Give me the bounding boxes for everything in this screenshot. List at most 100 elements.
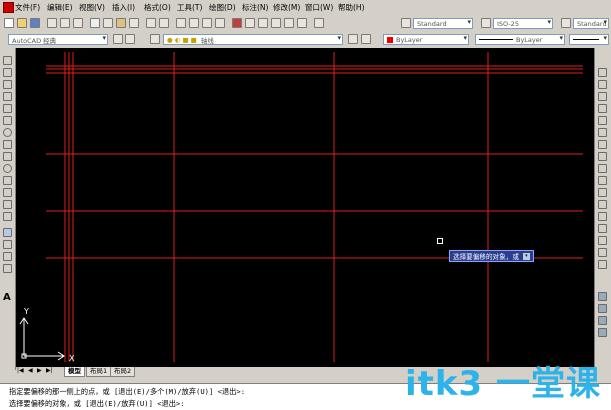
copy-icon[interactable]: [103, 18, 113, 28]
linetype-select[interactable]: ByLayer: [475, 34, 565, 45]
draworder-icon[interactable]: [598, 292, 607, 301]
hatch-icon[interactable]: [3, 228, 12, 237]
send-back-icon[interactable]: [598, 316, 607, 325]
new-icon[interactable]: [4, 18, 14, 28]
tab-nav-first-icon[interactable]: |◀: [17, 367, 24, 374]
undo-icon[interactable]: [146, 18, 156, 28]
revision-cloud-icon[interactable]: [3, 140, 12, 149]
layer-previous-icon[interactable]: [361, 34, 371, 44]
erase-icon[interactable]: [598, 68, 607, 77]
explode-icon[interactable]: [598, 260, 607, 269]
tab-nav-last-icon[interactable]: ▶|: [46, 367, 53, 374]
menu-format[interactable]: 格式(O): [144, 0, 171, 15]
polygon-icon[interactable]: [3, 92, 12, 101]
point-icon[interactable]: [3, 212, 12, 221]
break-at-point-icon[interactable]: [598, 200, 607, 209]
workspace-settings-icon[interactable]: [113, 34, 123, 44]
region-icon[interactable]: [3, 252, 12, 261]
ellipse-arc-icon[interactable]: [3, 176, 12, 185]
menu-tools[interactable]: 工具(T): [177, 0, 202, 15]
join-icon[interactable]: [598, 224, 607, 233]
multiline-text-icon[interactable]: A: [3, 292, 11, 303]
array-icon[interactable]: [598, 116, 607, 125]
menu-insert[interactable]: 插入(I): [112, 0, 135, 15]
make-current-layer-icon[interactable]: [348, 34, 358, 44]
table-icon[interactable]: [3, 264, 12, 273]
tab-layout1[interactable]: 布局1: [86, 367, 112, 377]
table-style-icon[interactable]: [561, 18, 571, 28]
extend-icon[interactable]: [598, 188, 607, 197]
trim-icon[interactable]: [598, 176, 607, 185]
paste-icon[interactable]: [116, 18, 126, 28]
mirror-icon[interactable]: [598, 92, 607, 101]
design-center-icon[interactable]: [245, 18, 255, 28]
quickcalc-icon[interactable]: [297, 18, 307, 28]
bring-front-icon[interactable]: [598, 304, 607, 313]
bring-above-icon[interactable]: [598, 328, 607, 337]
rotate-icon[interactable]: [598, 140, 607, 149]
copy-object-icon[interactable]: [598, 80, 607, 89]
offset-icon[interactable]: [598, 104, 607, 113]
text-style-icon[interactable]: [401, 18, 411, 28]
app-icon[interactable]: [3, 2, 14, 13]
publish-icon[interactable]: [73, 18, 83, 28]
print-icon[interactable]: [47, 18, 57, 28]
scale-icon[interactable]: [598, 152, 607, 161]
lineweight-select[interactable]: [569, 34, 609, 45]
move-icon[interactable]: [598, 128, 607, 137]
menu-view[interactable]: 视图(V): [79, 0, 105, 15]
layer-manager-icon[interactable]: [150, 34, 160, 44]
dim-style-icon[interactable]: [481, 18, 491, 28]
ellipse-icon[interactable]: [3, 164, 12, 173]
tab-model[interactable]: 模型: [64, 367, 85, 377]
menu-help[interactable]: 帮助(H): [338, 0, 365, 15]
tooltip-options-icon[interactable]: ▾: [522, 252, 530, 260]
drawing-canvas[interactable]: Y X: [16, 48, 595, 367]
open-icon[interactable]: [17, 18, 27, 28]
dim-style-select[interactable]: ISO-25: [493, 18, 553, 29]
stretch-icon[interactable]: [598, 164, 607, 173]
zoom-realtime-icon[interactable]: [189, 18, 199, 28]
tool-palettes-icon[interactable]: [258, 18, 268, 28]
workspace-save-icon[interactable]: [125, 34, 135, 44]
construction-line-icon[interactable]: [3, 68, 12, 77]
circle-icon[interactable]: [3, 128, 12, 137]
insert-block-icon[interactable]: [3, 188, 12, 197]
match-properties-icon[interactable]: [129, 18, 139, 28]
pan-icon[interactable]: [176, 18, 186, 28]
markup-icon[interactable]: [284, 18, 294, 28]
menu-draw[interactable]: 绘图(D): [209, 0, 236, 15]
polyline-icon[interactable]: [3, 80, 12, 89]
gradient-icon[interactable]: [3, 240, 12, 249]
break-icon[interactable]: [598, 212, 607, 221]
menu-edit[interactable]: 编辑(E): [47, 0, 73, 15]
menu-modify[interactable]: 修改(M): [273, 0, 300, 15]
menu-window[interactable]: 窗口(W): [305, 0, 333, 15]
color-select[interactable]: ByLayer: [383, 34, 469, 45]
arc-icon[interactable]: [3, 116, 12, 125]
menu-file[interactable]: 文件(F): [15, 0, 40, 15]
sheet-set-icon[interactable]: [271, 18, 281, 28]
tab-nav-next-icon[interactable]: ▶: [37, 367, 42, 374]
chamfer-icon[interactable]: [598, 236, 607, 245]
rectangle-icon[interactable]: [3, 104, 12, 113]
fillet-icon[interactable]: [598, 248, 607, 257]
zoom-window-icon[interactable]: [202, 18, 212, 28]
workspace-select[interactable]: AutoCAD 经典: [8, 34, 108, 45]
layer-select[interactable]: ● ◐ ■ ■ 轴线: [163, 34, 343, 45]
save-icon[interactable]: [30, 18, 40, 28]
help-icon[interactable]: [314, 18, 324, 28]
plot-preview-icon[interactable]: [60, 18, 70, 28]
menu-dimension[interactable]: 标注(N): [242, 0, 268, 15]
make-block-icon[interactable]: [3, 200, 12, 209]
text-style-select[interactable]: Standard: [413, 18, 473, 29]
tab-layout2[interactable]: 布局2: [110, 367, 136, 377]
tab-nav-prev-icon[interactable]: ◀: [28, 367, 33, 374]
cut-icon[interactable]: [90, 18, 100, 28]
line-icon[interactable]: [3, 56, 12, 65]
table-style-select[interactable]: Standard: [573, 18, 609, 29]
redo-icon[interactable]: [159, 18, 169, 28]
spline-icon[interactable]: [3, 152, 12, 161]
properties-icon[interactable]: [232, 18, 242, 28]
zoom-previous-icon[interactable]: [215, 18, 225, 28]
